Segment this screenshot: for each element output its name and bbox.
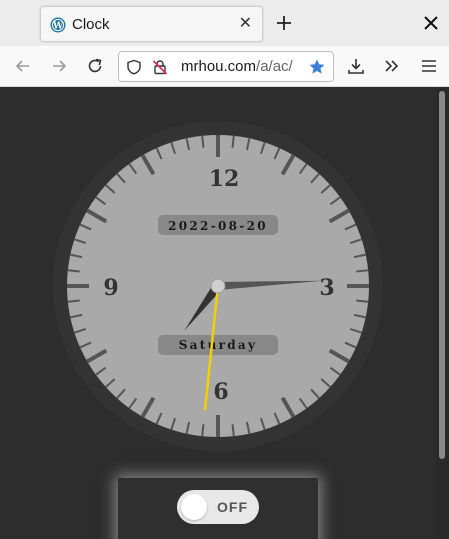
hamburger-menu-icon[interactable] [419, 56, 439, 76]
minute-tick [356, 269, 369, 273]
numeral-3: 3 [319, 275, 334, 301]
page-content: 12 3 6 9 2022-08-20 Saturday OFF [0, 87, 449, 539]
toggle-label: OFF [217, 499, 248, 515]
toggle-panel: OFF [118, 478, 318, 539]
scrollbar-thumb[interactable] [439, 91, 445, 459]
url-text[interactable]: mrhou.com/a/ac/ [181, 58, 293, 75]
url-host: mrhou.com [181, 58, 257, 75]
weekday-display: Saturday [179, 338, 258, 352]
arrow-left-icon[interactable] [13, 56, 33, 76]
window-close-icon[interactable] [422, 14, 440, 32]
numeral-9: 9 [103, 275, 118, 301]
svg-text:W: W [52, 21, 64, 31]
url-bar[interactable]: mrhou.com/a/ac/ [118, 51, 334, 82]
minute-tick [231, 135, 235, 148]
new-tab-icon[interactable] [274, 13, 294, 33]
tab-title: Clock [72, 16, 110, 33]
minute-tick [231, 424, 235, 437]
numeral-12: 12 [209, 166, 240, 192]
off-toggle-switch[interactable]: OFF [177, 490, 259, 524]
minute-tick [201, 135, 205, 148]
navigation-bar: mrhou.com/a/ac/ [0, 46, 449, 87]
scrollbar[interactable] [436, 87, 449, 539]
shield-icon[interactable] [126, 59, 142, 75]
minute-tick [67, 299, 80, 303]
bookmark-star-icon[interactable] [308, 58, 326, 76]
download-icon[interactable] [346, 56, 366, 76]
arrow-right-icon[interactable] [49, 56, 69, 76]
browser-tab-clock[interactable]: W Clock ✕ [40, 6, 263, 42]
insecure-lock-icon[interactable] [152, 59, 168, 75]
toggle-knob[interactable] [181, 494, 207, 520]
minute-tick [201, 424, 205, 437]
analog-clock: 12 3 6 9 2022-08-20 Saturday [53, 121, 383, 451]
tab-close-icon[interactable]: ✕ [239, 15, 252, 33]
date-display: 2022-08-20 [168, 219, 268, 233]
reload-icon[interactable] [85, 56, 105, 76]
wordpress-icon: W [50, 17, 66, 33]
minute-tick [67, 269, 80, 273]
numeral-6: 6 [213, 379, 228, 405]
url-path: /a/ac/ [256, 58, 293, 75]
chevrons-right-icon[interactable] [382, 56, 402, 76]
minute-tick [356, 299, 369, 303]
clock-center-cap [210, 278, 226, 294]
tab-strip: W Clock ✕ [0, 0, 449, 46]
